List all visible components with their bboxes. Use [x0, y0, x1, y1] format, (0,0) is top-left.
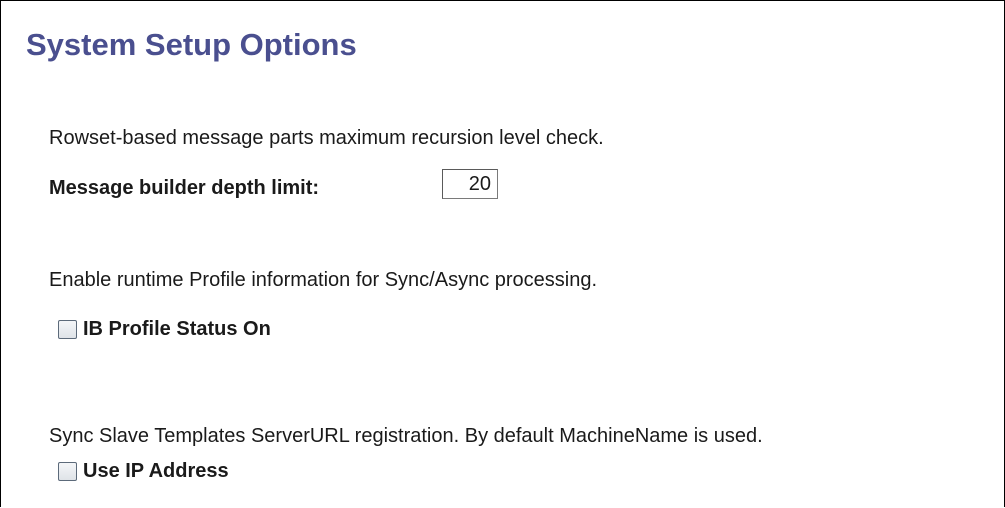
- recursion-description: Rowset-based message parts maximum recur…: [49, 127, 604, 149]
- profile-status-option[interactable]: IB Profile Status On: [58, 318, 271, 341]
- profile-status-label[interactable]: IB Profile Status On: [83, 318, 271, 341]
- use-ip-address-option[interactable]: Use IP Address: [58, 460, 229, 483]
- profile-status-checkbox[interactable]: [58, 320, 77, 339]
- use-ip-address-checkbox[interactable]: [58, 462, 77, 481]
- use-ip-address-label[interactable]: Use IP Address: [83, 460, 229, 483]
- page-title: System Setup Options: [26, 27, 357, 62]
- server-url-description: Sync Slave Templates ServerURL registrat…: [49, 425, 763, 447]
- page-frame: System Setup Options Rowset-based messag…: [0, 0, 1005, 507]
- profile-description: Enable runtime Profile information for S…: [49, 269, 598, 291]
- depth-limit-label: Message builder depth limit:: [49, 177, 320, 199]
- depth-limit-input[interactable]: [442, 169, 498, 199]
